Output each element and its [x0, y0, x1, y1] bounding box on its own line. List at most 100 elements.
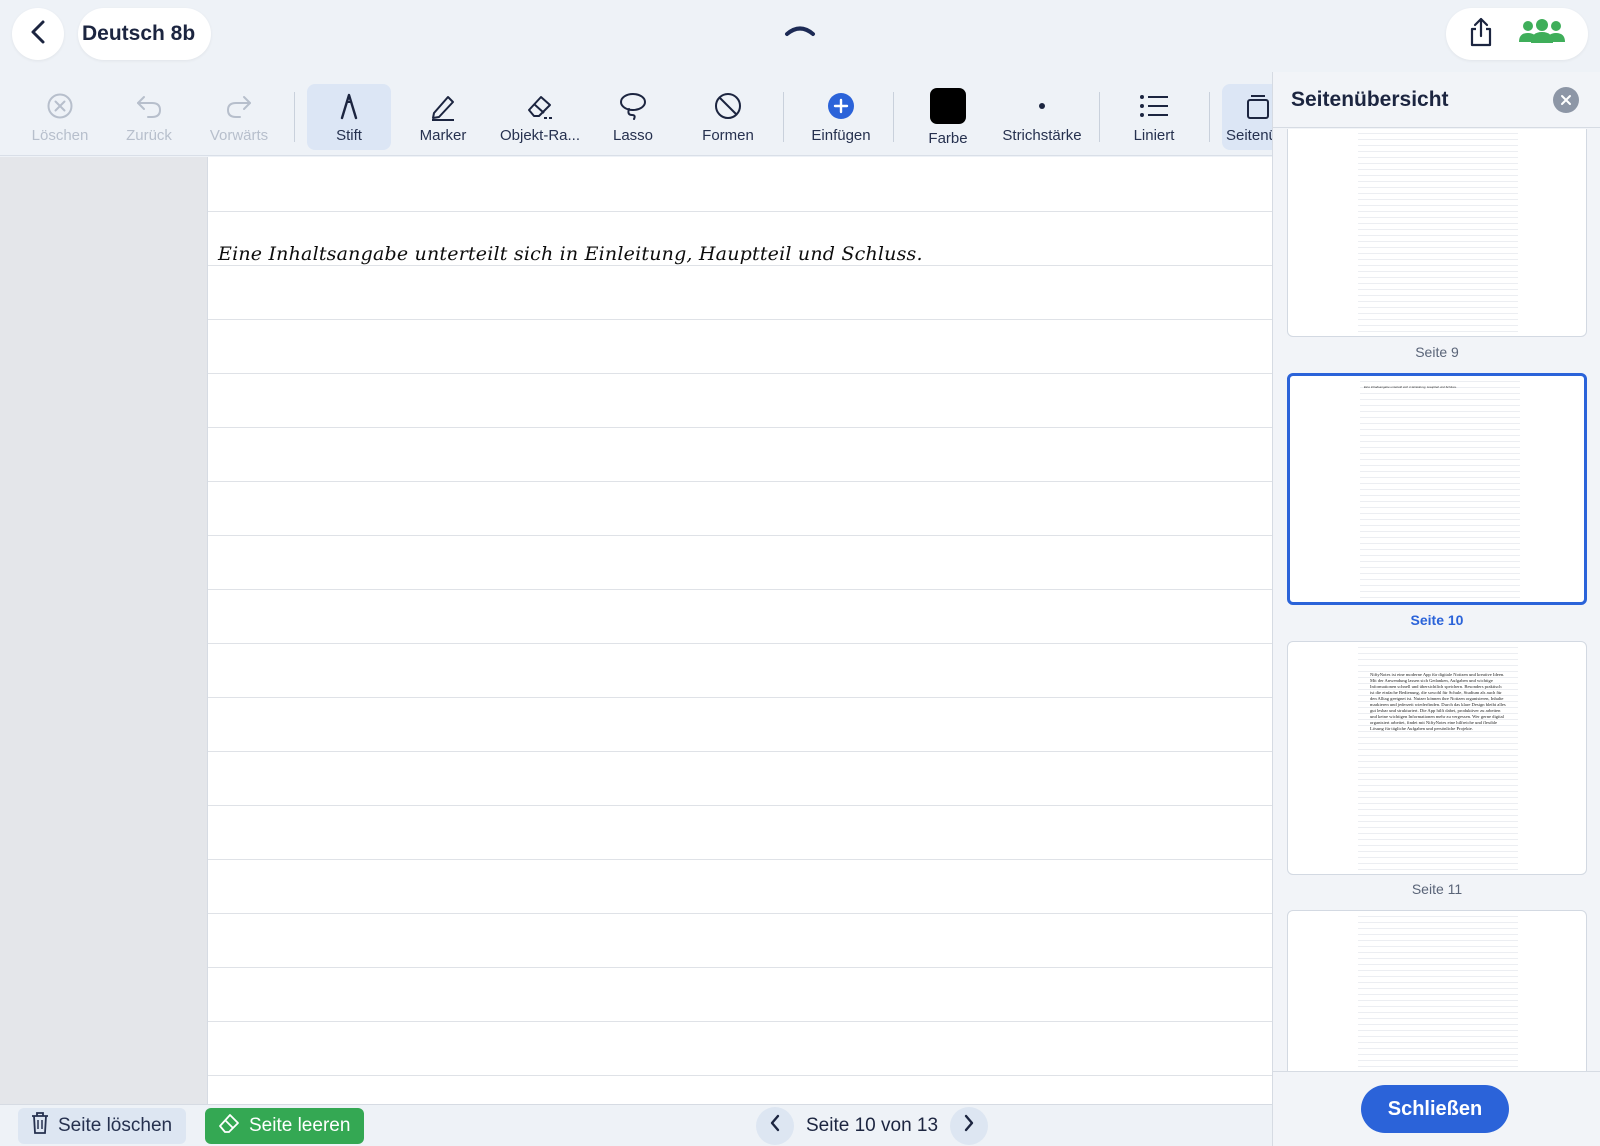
- toolbar-divider: [1099, 92, 1100, 142]
- page-rule-line: [208, 967, 1272, 968]
- panel-header: Seitenübersicht: [1273, 72, 1600, 128]
- lasso-label: Lasso: [612, 126, 654, 144]
- page-rule-line: [208, 859, 1272, 860]
- marker-label: Marker: [419, 126, 467, 144]
- lasso-tool-button[interactable]: Lasso: [590, 84, 676, 150]
- clear-page-label: Seite leeren: [249, 1115, 351, 1136]
- chevron-left-icon: [29, 19, 47, 50]
- note-page[interactable]: Eine Inhaltsangabe unterteilt sich in Ei…: [207, 157, 1272, 1104]
- page-rule-line: [208, 589, 1272, 590]
- toolbar-divider: [294, 92, 295, 142]
- page-rule-line: [208, 643, 1272, 644]
- page-rule-line: [208, 751, 1272, 752]
- redo-label: Vorwärts: [209, 126, 269, 144]
- bottom-bar: Seite löschen Seite leeren Seite 10 von …: [0, 1104, 1272, 1146]
- stroke-width-button[interactable]: Strichstärke: [996, 84, 1088, 150]
- thumbnail-list[interactable]: Seite 9 Eine Inhaltsangabe unterteilt si…: [1273, 129, 1600, 1071]
- page-thumbnail-12[interactable]: [1287, 910, 1587, 1071]
- panel-close-button[interactable]: [1553, 87, 1579, 113]
- page-rule-line: [208, 913, 1272, 914]
- page-thumbnail-11[interactable]: NiftyNotes ist eine moderne App für digi…: [1287, 641, 1587, 875]
- thumbnail-handwriting: Eine Inhaltsangabe unterteilt sich in Ei…: [1364, 385, 1457, 389]
- page-rule-line: [208, 319, 1272, 320]
- lined-label: Liniert: [1133, 126, 1175, 144]
- previous-page-button[interactable]: [756, 1107, 794, 1145]
- trash-icon: [30, 1111, 50, 1141]
- chevron-right-icon: [963, 1114, 975, 1138]
- panel-footer: Schließen: [1273, 1071, 1600, 1146]
- pen-tool-button[interactable]: Stift: [307, 84, 391, 150]
- eraser-icon: [217, 1112, 241, 1140]
- handwritten-text: Eine Inhaltsangabe unterteilt sich in Ei…: [218, 243, 923, 265]
- panel-title: Seitenübersicht: [1291, 87, 1449, 111]
- page-rule-line: [208, 1075, 1272, 1076]
- top-bar: Deutsch 8b: [0, 0, 1600, 68]
- thumbnail-text: NiftyNotes ist eine moderne App für digi…: [1370, 672, 1506, 731]
- list-lines-icon: [1138, 91, 1170, 121]
- pages-label: Seitenü: [1226, 126, 1272, 144]
- back-button[interactable]: [12, 8, 64, 60]
- page-rule-line: [208, 1021, 1272, 1022]
- page-rule-line: [208, 373, 1272, 374]
- page-thumbnail-label: Seite 10: [1410, 612, 1464, 628]
- toolbar: Löschen Zurück Vorwärts Stift Marker Obj…: [0, 78, 1272, 156]
- insert-label: Einfügen: [811, 126, 871, 144]
- clear-page-button[interactable]: Seite leeren: [205, 1108, 365, 1144]
- page-overview-panel: Seitenübersicht Seite 9 Eine Inhaltsanga…: [1272, 72, 1600, 1146]
- collaborators-icon[interactable]: [1518, 18, 1566, 51]
- page-rule-line: [208, 535, 1272, 536]
- canvas-gutter: [0, 157, 207, 1104]
- next-page-button[interactable]: [950, 1107, 989, 1145]
- color-button[interactable]: Farbe: [905, 84, 991, 150]
- collapse-toolbar-button[interactable]: [780, 20, 820, 44]
- stroke-label: Strichstärke: [1002, 126, 1082, 144]
- page-thumbnail-10[interactable]: Eine Inhaltsangabe unterteilt sich in Ei…: [1287, 373, 1587, 605]
- notebook-title-label: Deutsch 8b: [82, 22, 196, 45]
- eraser-label: Objekt-Ra...: [499, 126, 581, 144]
- page-indicator: Seite 10 von 13: [806, 1115, 939, 1136]
- delete-label: Löschen: [31, 126, 89, 144]
- chevron-left-icon: [769, 1114, 781, 1138]
- pages-overview-button[interactable]: Seitenü: [1222, 84, 1272, 150]
- stroke-dot-icon: [1026, 91, 1058, 121]
- page-rule-line: [208, 481, 1272, 482]
- share-icon[interactable]: [1468, 16, 1494, 53]
- delete-circle-icon: [44, 91, 76, 121]
- redo-icon: [223, 91, 255, 121]
- delete-button[interactable]: Löschen: [17, 84, 103, 150]
- eraser-tool-button[interactable]: Objekt-Ra...: [495, 84, 585, 150]
- lined-paper-button[interactable]: Liniert: [1111, 84, 1197, 150]
- undo-label: Zurück: [126, 126, 172, 144]
- delete-page-button[interactable]: Seite löschen: [18, 1108, 187, 1144]
- toolbar-divider: [783, 92, 784, 142]
- header-actions: [1446, 8, 1588, 60]
- color-label: Farbe: [928, 129, 968, 147]
- redo-button[interactable]: Vorwärts: [196, 84, 282, 150]
- undo-button[interactable]: Zurück: [106, 84, 192, 150]
- undo-icon: [133, 91, 165, 121]
- page-thumbnail-label: Seite 9: [1415, 344, 1459, 360]
- pen-icon: [333, 91, 365, 121]
- notebook-title[interactable]: Deutsch 8b: [78, 8, 212, 60]
- close-panel-button[interactable]: Schließen: [1361, 1085, 1509, 1133]
- page-thumbnail-label: Seite 11: [1411, 881, 1463, 897]
- shapes-tool-button[interactable]: Formen: [685, 84, 771, 150]
- thumbnail-paper: [1358, 129, 1518, 336]
- page-rule-line: [208, 427, 1272, 428]
- eraser-icon: [524, 91, 556, 121]
- shapes-label: Formen: [702, 126, 754, 144]
- page-thumbnail-9[interactable]: [1287, 129, 1587, 337]
- marker-icon: [427, 91, 459, 121]
- toolbar-divider: [893, 92, 894, 142]
- close-panel-label: Schließen: [1387, 1097, 1483, 1120]
- insert-button[interactable]: Einfügen: [795, 84, 887, 150]
- pen-label: Stift: [336, 126, 362, 144]
- marker-tool-button[interactable]: Marker: [400, 84, 486, 150]
- page-navigator: Seite 10 von 13: [756, 1107, 989, 1145]
- delete-page-label: Seite löschen: [58, 1115, 173, 1136]
- shapes-icon: [712, 91, 744, 121]
- page-rule-line: [208, 697, 1272, 698]
- page-rule-line: [208, 805, 1272, 806]
- thumbnail-paper: Eine Inhaltsangabe unterteilt sich in Ei…: [1360, 376, 1520, 602]
- close-icon: [1560, 88, 1572, 112]
